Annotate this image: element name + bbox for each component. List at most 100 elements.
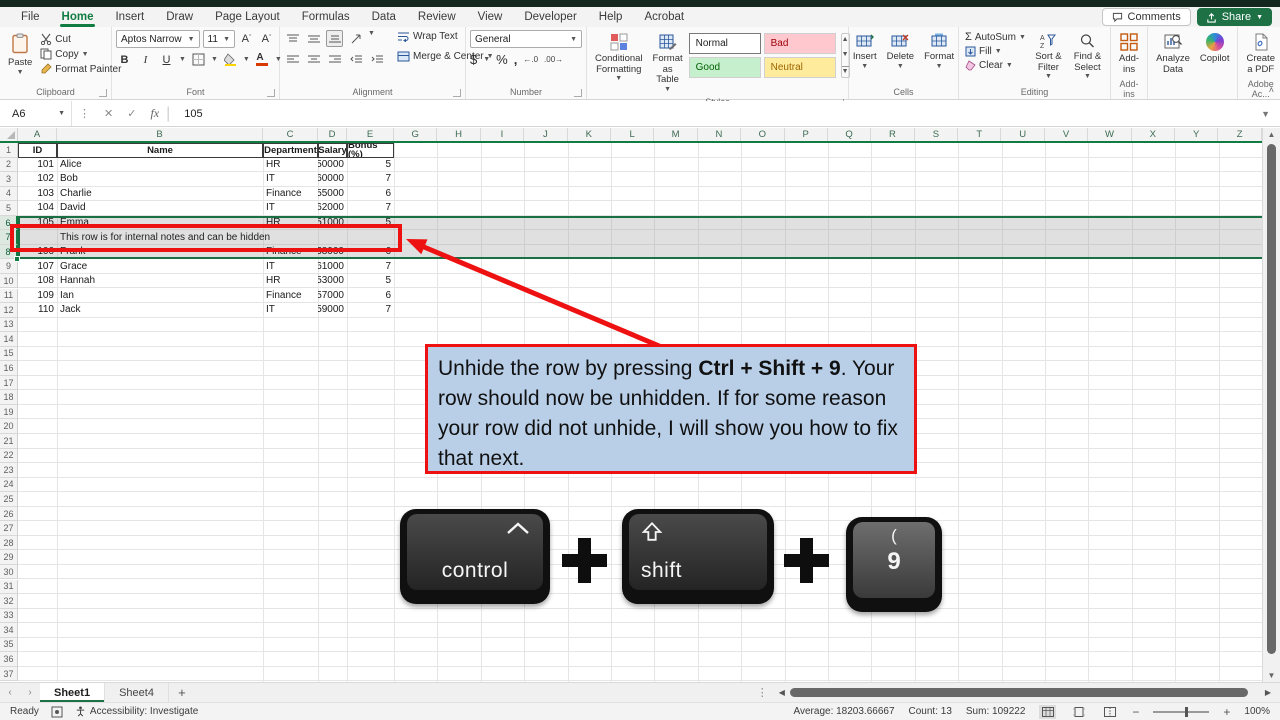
cell-style-bad[interactable]: Bad [763, 33, 836, 54]
fill-color-button[interactable] [222, 51, 239, 68]
font-color-button[interactable]: A [254, 51, 271, 68]
column-header-B[interactable]: B [57, 128, 263, 141]
table-cell[interactable]: HR [263, 274, 318, 289]
percent-button[interactable]: % [496, 52, 508, 67]
row-header-3[interactable]: 3 [0, 172, 18, 187]
row-header-13[interactable]: 13 [0, 317, 18, 333]
addins-button[interactable]: Add-ins [1115, 30, 1143, 78]
table-header-cell[interactable]: Salary [318, 143, 347, 158]
name-box[interactable]: A6 ▼ [0, 101, 72, 126]
row-header-10[interactable]: 10 [0, 273, 18, 289]
column-header-A[interactable]: A [18, 128, 57, 141]
sort-filter-button[interactable]: AZ Sort & Filter ▼ [1030, 30, 1067, 83]
clear-button[interactable]: Clear ▼ [963, 59, 1028, 72]
row-header-5[interactable]: 5 [0, 201, 18, 216]
row-header-21[interactable]: 21 [0, 434, 18, 449]
menu-tab-acrobat[interactable]: Acrobat [633, 8, 695, 27]
underline-button[interactable]: U [158, 51, 175, 68]
table-cell[interactable]: 7 [347, 172, 394, 187]
scrollbar-splitter-icon[interactable]: ⋮ [751, 686, 774, 699]
menu-tab-page-layout[interactable]: Page Layout [204, 8, 291, 27]
align-top-button[interactable] [284, 30, 301, 47]
vertical-scroll-thumb[interactable] [1267, 144, 1276, 654]
zoom-level-label[interactable]: 100% [1244, 706, 1270, 717]
table-cell[interactable]: IT [263, 259, 318, 274]
align-middle-button[interactable] [305, 30, 322, 47]
align-center-button[interactable] [305, 51, 322, 68]
table-cell[interactable]: David [57, 201, 263, 216]
find-select-button[interactable]: Find & Select ▼ [1069, 30, 1106, 83]
table-cell[interactable]: 109 [18, 289, 57, 304]
table-header-cell[interactable]: Bonus (%) [347, 143, 394, 158]
table-cell[interactable]: Grace [57, 259, 263, 274]
menu-tab-home[interactable]: Home [51, 8, 105, 27]
grow-font-button[interactable]: Aˆ [238, 30, 255, 47]
scroll-up-icon[interactable]: ▲ [1263, 130, 1280, 139]
row-header-11[interactable]: 11 [0, 288, 18, 304]
decrease-indent-button[interactable] [347, 51, 364, 68]
copy-button[interactable]: Copy ▼ [38, 47, 123, 61]
table-cell[interactable]: Jack [57, 303, 263, 318]
zoom-in-button[interactable]: + [1223, 705, 1230, 719]
row-header-30[interactable]: 30 [0, 564, 18, 580]
table-cell[interactable]: IT [263, 172, 318, 187]
table-cell[interactable]: 5 [347, 274, 394, 289]
insert-function-button[interactable]: fx [143, 106, 166, 121]
row-header-22[interactable]: 22 [0, 448, 18, 464]
table-cell[interactable]: 57000 [318, 289, 347, 304]
row-header-4[interactable]: 4 [0, 186, 18, 202]
table-cell[interactable]: Ian [57, 289, 263, 304]
number-format-select[interactable]: General ▼ [470, 30, 582, 48]
table-cell[interactable]: 6 [347, 187, 394, 202]
bold-button[interactable]: B [116, 51, 133, 68]
table-cell[interactable]: 108 [18, 274, 57, 289]
increase-decimal-button[interactable]: ←.0 [523, 55, 538, 64]
table-cell[interactable]: 103 [18, 187, 57, 202]
row-header-15[interactable]: 15 [0, 346, 18, 362]
row-header-24[interactable]: 24 [0, 477, 18, 493]
table-cell[interactable]: Finance [263, 289, 318, 304]
font-name-select[interactable]: Aptos Narrow ▼ [116, 30, 200, 48]
table-cell[interactable]: 53000 [318, 274, 347, 289]
table-cell[interactable]: 60000 [318, 172, 347, 187]
row-header-18[interactable]: 18 [0, 390, 18, 405]
column-header-D[interactable]: D [318, 128, 347, 141]
table-cell[interactable]: 7 [347, 259, 394, 274]
column-header-Y[interactable]: Y [1175, 128, 1219, 141]
menu-tab-data[interactable]: Data [361, 8, 407, 27]
select-all-corner[interactable] [0, 128, 18, 141]
page-break-view-button[interactable] [1101, 705, 1118, 719]
column-header-K[interactable]: K [568, 128, 611, 141]
clipboard-dialog-launcher[interactable] [99, 89, 107, 97]
font-dialog-launcher[interactable] [267, 89, 275, 97]
column-header-P[interactable]: P [785, 128, 828, 141]
column-header-X[interactable]: X [1132, 128, 1176, 141]
column-header-G[interactable]: G [394, 128, 438, 141]
sheet-nav-right-icon[interactable]: › [20, 683, 40, 702]
page-layout-view-button[interactable] [1070, 705, 1087, 719]
menu-tab-developer[interactable]: Developer [513, 8, 587, 27]
table-cell[interactable]: 55000 [318, 187, 347, 202]
column-header-Z[interactable]: Z [1218, 128, 1262, 141]
table-cell[interactable]: 7 [347, 201, 394, 216]
menu-tab-insert[interactable]: Insert [104, 8, 155, 27]
zoom-slider-thumb[interactable] [1185, 706, 1189, 717]
row-header-36[interactable]: 36 [0, 652, 18, 667]
scroll-right-icon[interactable]: ▶ [1260, 688, 1276, 697]
vertical-scrollbar[interactable]: ▲ ▼ [1262, 128, 1280, 682]
table-cell[interactable]: 5 [347, 158, 394, 173]
align-left-button[interactable] [284, 51, 301, 68]
menu-tab-review[interactable]: Review [407, 8, 467, 27]
row-header-28[interactable]: 28 [0, 535, 18, 551]
table-cell[interactable]: 104 [18, 201, 57, 216]
new-sheet-button[interactable]: + [169, 683, 195, 702]
cell-style-normal[interactable]: Normal [688, 33, 761, 54]
column-header-L[interactable]: L [611, 128, 655, 141]
row-header-32[interactable]: 32 [0, 594, 18, 609]
column-header-E[interactable]: E [347, 128, 394, 141]
row-header-37[interactable]: 37 [0, 666, 18, 682]
table-cell[interactable]: HR [263, 158, 318, 173]
orientation-button[interactable] [347, 30, 364, 47]
macro-record-icon[interactable] [51, 706, 63, 718]
ribbon-collapse-icon[interactable]: ˄ [1269, 85, 1274, 95]
